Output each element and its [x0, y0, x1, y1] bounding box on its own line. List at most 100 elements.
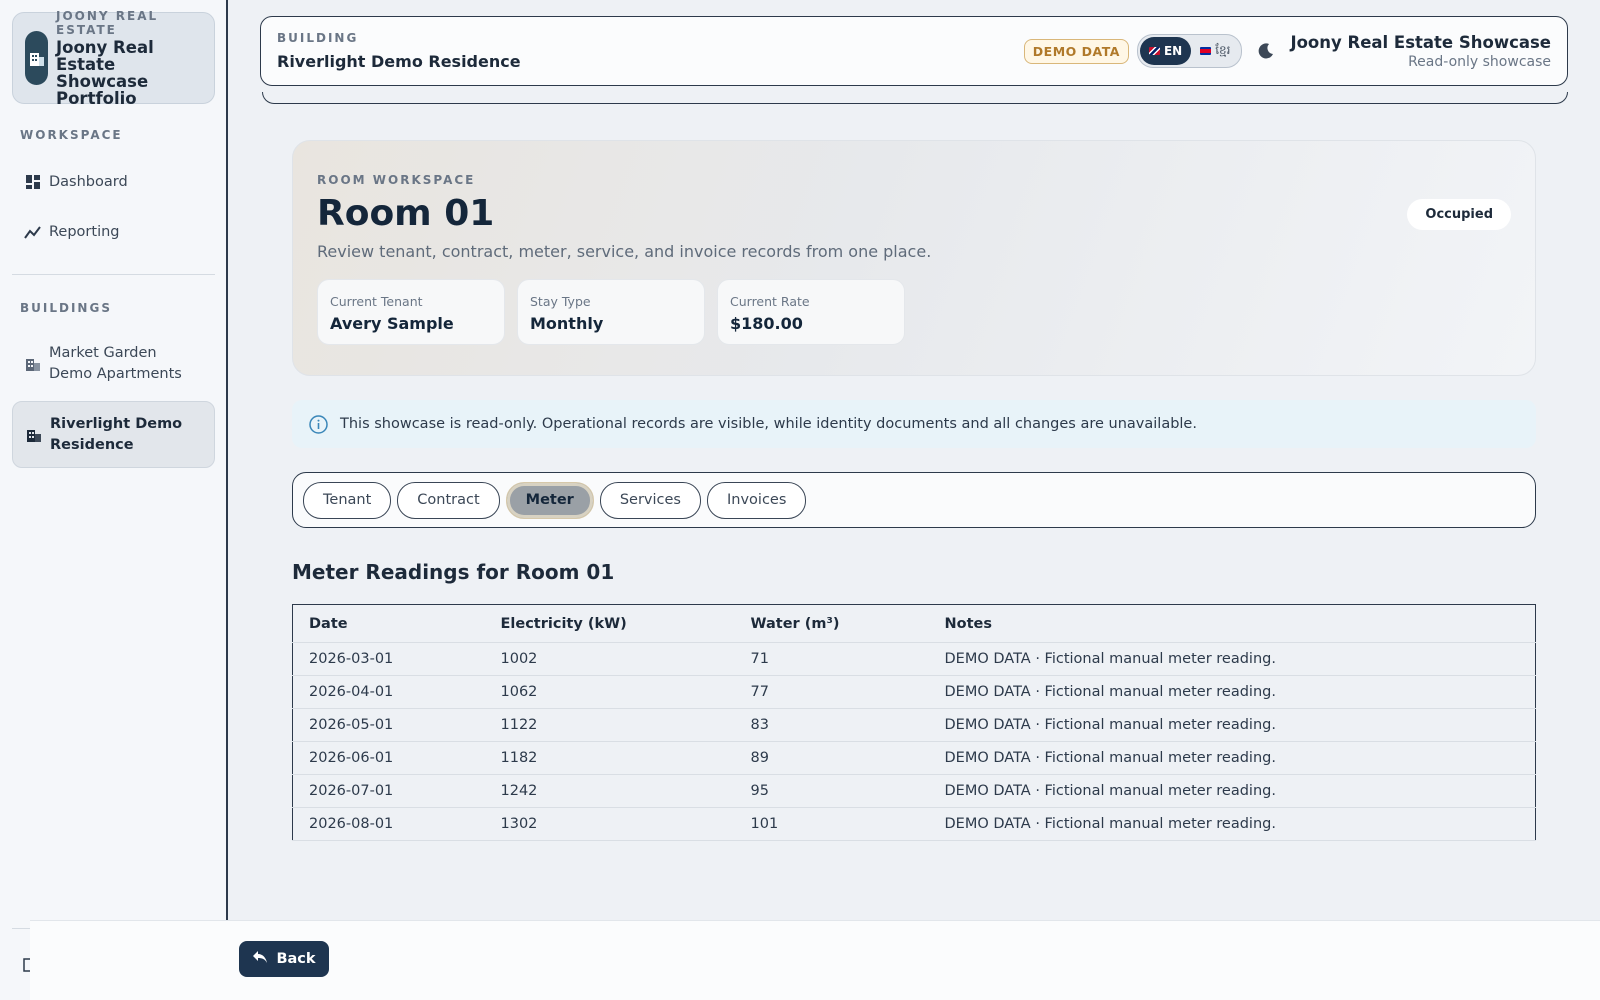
lang-en-button[interactable]: EN — [1139, 37, 1192, 65]
cell-notes: DEMO DATA · Fictional manual meter readi… — [928, 774, 1536, 808]
room-card: ROOM WORKSPACE Room 01 Review tenant, co… — [292, 140, 1536, 376]
sidebar-item-riverlight[interactable]: Riverlight Demo Residence — [12, 401, 215, 468]
tab-tenant[interactable]: Tenant — [303, 481, 392, 519]
room-tabs: Tenant Contract Meter Services Invoices — [292, 472, 1536, 528]
dashboard-icon — [24, 174, 41, 191]
sidebar-item-market-garden[interactable]: Market Garden Demo Apartments — [12, 336, 215, 392]
room-kicker: ROOM WORKSPACE — [317, 173, 476, 187]
room-description: Review tenant, contract, meter, service,… — [317, 242, 932, 261]
moon-icon[interactable] — [1256, 41, 1276, 61]
cell-date: 2026-03-01 — [292, 642, 485, 676]
table-row: 2026-08-01 1302 101 DEMO DATA · Fictiona… — [292, 807, 1536, 841]
cell-electricity: 1242 — [484, 774, 735, 808]
cambodia-flag-icon — [1200, 47, 1212, 55]
brand-card[interactable]: JOONY REAL ESTATE Joony Real Estate Show… — [12, 9, 215, 108]
stat-label: Current Tenant — [330, 294, 423, 309]
table-row: 2026-05-01 1122 83 DEMO DATA · Fictional… — [292, 708, 1536, 742]
lang-en-label: EN — [1163, 44, 1183, 58]
cell-water: 101 — [734, 807, 929, 841]
cell-electricity: 1002 — [484, 642, 735, 676]
cell-notes: DEMO DATA · Fictional manual meter readi… — [928, 642, 1536, 676]
buildings-section-label: BUILDINGS — [20, 301, 112, 315]
cell-electricity: 1182 — [484, 741, 735, 775]
table-row: 2026-04-01 1062 77 DEMO DATA · Fictional… — [292, 675, 1536, 709]
sidebar-item-label: Market Garden Demo Apartments — [49, 345, 182, 382]
info-icon — [308, 414, 328, 434]
cell-notes: DEMO DATA · Fictional manual meter readi… — [928, 741, 1536, 775]
cell-water: 83 — [734, 708, 929, 742]
cell-water: 77 — [734, 675, 929, 709]
cell-electricity: 1302 — [484, 807, 735, 841]
uk-flag-icon — [1148, 47, 1160, 55]
table-row: 2026-03-01 1002 71 DEMO DATA · Fictional… — [292, 642, 1536, 676]
tab-contract[interactable]: Contract — [397, 481, 500, 519]
brand-kicker: JOONY REAL ESTATE — [56, 9, 159, 37]
back-button-label: Back — [276, 951, 316, 967]
column-header: Water (m³) — [734, 604, 929, 643]
table-header-row: Date Electricity (kW) Water (m³) Notes — [292, 604, 1536, 643]
cell-water: 95 — [734, 774, 929, 808]
lang-km-label: ខ្មែរ — [1215, 43, 1231, 57]
cell-notes: DEMO DATA · Fictional manual meter readi… — [928, 675, 1536, 709]
building-icon — [24, 356, 41, 373]
column-header: Notes — [928, 604, 1536, 643]
app-title: Joony Real Estate Showcase — [1290, 32, 1551, 52]
header-underlay — [262, 92, 1568, 104]
brand-title: Joony Real Estate Showcase Portfolio — [56, 38, 154, 108]
stat-label: Current Rate — [730, 294, 810, 309]
cell-date: 2026-04-01 — [292, 675, 485, 709]
header-kicker: BUILDING — [277, 31, 359, 45]
meter-readings-table: Date Electricity (kW) Water (m³) Notes 2… — [292, 604, 1536, 841]
reply-arrow-icon — [252, 950, 268, 968]
sidebar-item-dashboard[interactable]: Dashboard — [12, 165, 215, 199]
sidebar-item-label: Dashboard — [49, 174, 128, 190]
building-icon — [25, 31, 48, 85]
cell-notes: DEMO DATA · Fictional manual meter readi… — [928, 807, 1536, 841]
tab-meter[interactable]: Meter — [505, 481, 594, 519]
tab-invoices[interactable]: Invoices — [707, 481, 807, 519]
sidebar-item-label: Reporting — [49, 224, 120, 240]
cell-date: 2026-07-01 — [292, 774, 485, 808]
lang-km-button[interactable]: ខ្មែរ — [1191, 37, 1239, 65]
chart-icon — [24, 224, 41, 241]
language-toggle: EN ខ្មែរ — [1136, 34, 1243, 68]
stat-current-tenant: Current Tenant Avery Sample — [317, 279, 505, 345]
cell-electricity: 1062 — [484, 675, 735, 709]
stat-current-rate: Current Rate $180.00 — [717, 279, 905, 345]
status-badge: Occupied — [1407, 199, 1511, 230]
table-row: 2026-07-01 1242 95 DEMO DATA · Fictional… — [292, 774, 1536, 808]
building-icon — [25, 426, 42, 443]
sidebar: JOONY REAL ESTATE Joony Real Estate Show… — [0, 0, 228, 1000]
cell-date: 2026-05-01 — [292, 708, 485, 742]
app-subtitle: Read-only showcase — [1408, 53, 1551, 70]
demo-data-badge: DEMO DATA — [1023, 38, 1129, 64]
tab-services[interactable]: Services — [599, 481, 701, 519]
meter-table-title: Meter Readings for Room 01 — [292, 560, 615, 584]
stat-stay-type: Stay Type Monthly — [517, 279, 705, 345]
stat-value: Monthly — [530, 314, 604, 333]
room-stats: Current Tenant Avery Sample Stay Type Mo… — [317, 279, 1511, 345]
read-only-banner: This showcase is read-only. Operational … — [292, 400, 1536, 448]
cell-date: 2026-08-01 — [292, 807, 485, 841]
table-row: 2026-06-01 1182 89 DEMO DATA · Fictional… — [292, 741, 1536, 775]
top-header: BUILDING Riverlight Demo Residence DEMO … — [260, 16, 1568, 86]
stat-label: Stay Type — [530, 294, 591, 309]
cell-notes: DEMO DATA · Fictional manual meter readi… — [928, 708, 1536, 742]
column-header: Electricity (kW) — [484, 604, 735, 643]
sidebar-divider — [12, 274, 215, 275]
cell-water: 71 — [734, 642, 929, 676]
room-title: Room 01 — [317, 193, 495, 234]
cell-date: 2026-06-01 — [292, 741, 485, 775]
stat-value: $180.00 — [730, 314, 803, 333]
back-button[interactable]: Back — [239, 941, 329, 977]
workspace-section-label: WORKSPACE — [20, 128, 123, 142]
column-header: Date — [292, 604, 485, 643]
sidebar-item-label: Riverlight Demo Residence — [50, 415, 183, 453]
cell-water: 89 — [734, 741, 929, 775]
stat-value: Avery Sample — [330, 314, 454, 333]
sidebar-footer-divider — [12, 928, 30, 929]
cell-electricity: 1122 — [484, 708, 735, 742]
sidebar-item-reporting[interactable]: Reporting — [12, 215, 215, 249]
info-banner-text: This showcase is read-only. Operational … — [340, 416, 1197, 432]
building-name: Riverlight Demo Residence — [277, 52, 521, 71]
